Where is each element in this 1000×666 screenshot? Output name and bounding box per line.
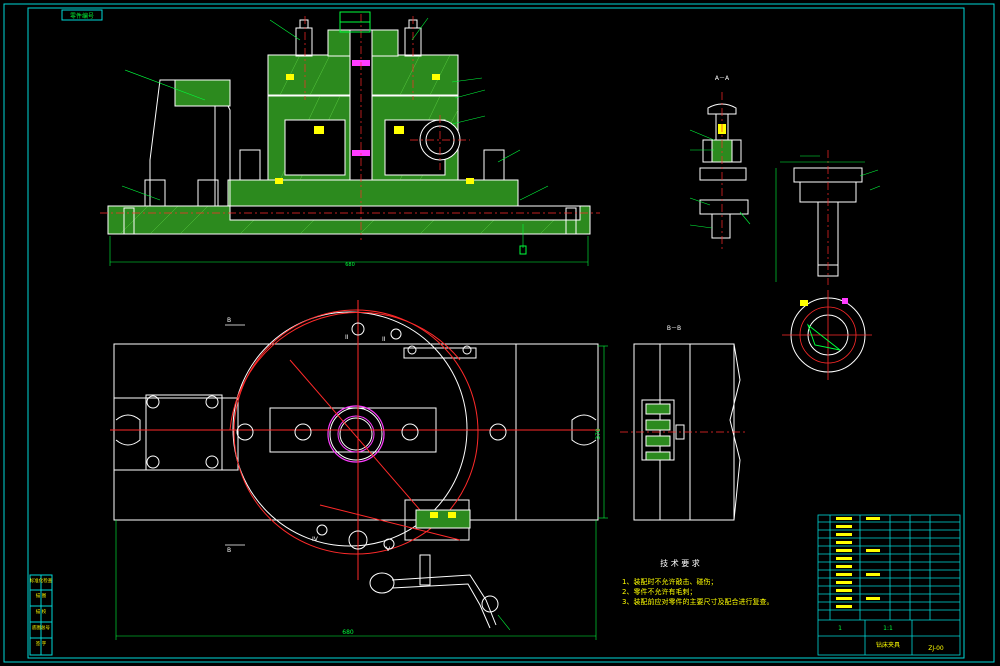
tech-note: 2、零件不允许有毛刺； xyxy=(622,587,696,596)
side-label: 底图总号 xyxy=(32,624,50,631)
dimension-bottom: 680 xyxy=(342,629,354,636)
title-block-drawing-no: ZJ-00 xyxy=(928,645,944,652)
view-b-bottom-label: B xyxy=(227,547,231,554)
side-label: 描 校 xyxy=(36,608,47,615)
roman-marker: IV xyxy=(312,536,319,543)
title-block-scale: 1:1 xyxy=(883,625,893,632)
dimension-right: 370 xyxy=(595,428,602,440)
corner-tag-text: 零件编号 xyxy=(70,12,94,20)
roman-marker: II xyxy=(382,336,386,343)
section-aa-label: A－A xyxy=(715,75,730,82)
roman-marker: II xyxy=(345,334,349,341)
tech-title: 技 术 要 求 xyxy=(660,558,700,568)
drawing-frame xyxy=(3,3,995,663)
tech-note: 3、装配前应对零件的主要尺寸及配合进行复查。 xyxy=(622,597,773,606)
dimension-width: 680 xyxy=(345,262,355,268)
detail-part-view xyxy=(775,150,881,380)
title-block-sheet: 1 xyxy=(838,625,842,632)
side-label: 标准化检查 xyxy=(30,577,53,584)
corner-tag: 零件编号 xyxy=(61,9,103,21)
fixture-assembly-drawing: 零件编号 标准化检查 描 图 描 校 底图总号 签 字 1:1 1 钻床夹具 Z… xyxy=(3,3,995,663)
view-b-top-label: B xyxy=(227,317,231,324)
technical-requirements: 技 术 要 求 1、装配时不允许敲击、碰伤； 2、零件不允许有毛刺； 3、装配前… xyxy=(622,558,773,606)
section-aa-view xyxy=(689,92,751,250)
section-bb-label: B－B xyxy=(667,325,681,332)
cad-drawing-canvas: 零件编号 标准化检查 描 图 描 校 底图总号 签 字 1:1 1 钻床夹具 Z… xyxy=(0,0,1000,666)
side-label: 描 图 xyxy=(36,592,47,599)
title-block-name: 钻床夹具 xyxy=(876,641,900,649)
plan-view xyxy=(110,300,608,640)
tech-note: 1、装配时不允许敲击、碰伤； xyxy=(622,577,717,586)
side-label: 签 字 xyxy=(36,640,47,647)
front-section-view xyxy=(100,11,600,266)
section-bb-view xyxy=(620,343,745,521)
title-block-text: 1:1 1 钻床夹具 ZJ-00 xyxy=(838,625,944,652)
